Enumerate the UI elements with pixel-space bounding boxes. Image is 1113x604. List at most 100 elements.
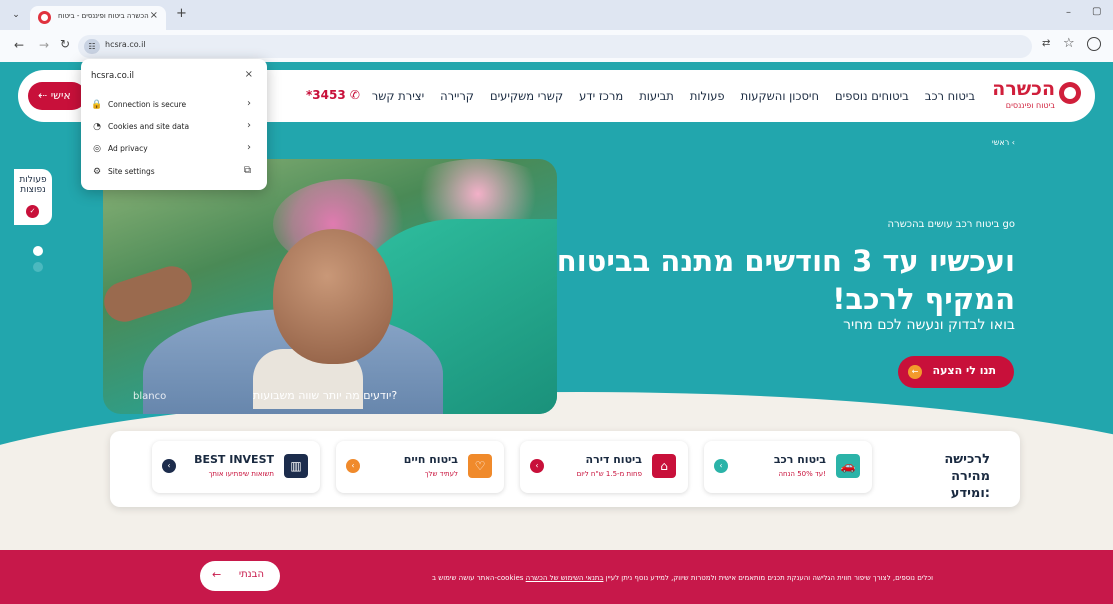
quick-card-life[interactable]: ♡ ביטוח חיים לעתיד שלך ‹ <box>336 441 504 493</box>
personal-arrow-icon: ⇠ <box>38 89 51 102</box>
popup-row-label: Connection is secure <box>108 100 187 109</box>
profile-icon[interactable] <box>1087 37 1101 51</box>
hero-subheadline: בואו לבדוק ונעשה לכם מחיר <box>843 317 1015 333</box>
quick-card-subtitle: פחות מ-1.5 ש"ח ליום <box>576 470 642 478</box>
hero-person-head <box>273 229 393 364</box>
site-info-icon[interactable]: ☷ <box>84 39 100 54</box>
popup-domain: hcsra.co.il <box>91 71 135 81</box>
slider-dot-active[interactable] <box>33 246 43 256</box>
logo-text: הכשרה <box>992 78 1055 100</box>
omnibox[interactable]: ☷ hcsra.co.il <box>78 35 1032 58</box>
personal-area-button[interactable]: ⇠ אישי <box>28 82 86 110</box>
popup-row-label: Site settings <box>108 167 155 176</box>
quick-card-car[interactable]: 🚗 ביטוח רכב עד 50% הנחה! ‹ <box>704 441 872 493</box>
nav-item-contact[interactable]: יצירת קשר <box>372 89 424 103</box>
popup-row-site-settings[interactable]: ⚙ Site settings ⧉ <box>81 162 267 184</box>
terms-link[interactable]: בתנאי השימוש של הכשרה <box>526 574 604 582</box>
quick-card-title: ביטוח חיים <box>403 453 458 466</box>
nav-item-knowledge[interactable]: מרכז ידע <box>579 89 623 103</box>
site-info-popup: hcsra.co.il × 🔒 Connection is secure › ◔… <box>81 59 267 190</box>
bookmark-star-icon[interactable]: ☆ <box>1063 36 1075 51</box>
quick-card-subtitle: תשואות שיפתיעו אותך <box>208 470 274 478</box>
phone-icon: ✆ <box>349 88 360 102</box>
reload-icon[interactable]: ↻ <box>60 37 70 51</box>
hero-person-arm <box>103 261 197 327</box>
url-text[interactable]: hcsra.co.il <box>105 40 146 49</box>
arrow-left-icon: ← <box>908 365 922 379</box>
cookie-text-body: האתר עושה שימוש ב-cookies וכלים נוספים, … <box>432 574 933 582</box>
chevron-down-icon: ✓ <box>26 205 39 218</box>
hero-eyebrow: ביטוח רכב עושים בהכשרה go <box>887 219 1015 230</box>
window-maximize-button[interactable]: ▢ <box>1092 6 1101 17</box>
common-actions-tab[interactable]: פעולות נפוצות ✓ <box>14 169 52 225</box>
phone-number-text: *3453 <box>306 88 346 102</box>
back-arrow-icon[interactable]: ← <box>14 38 24 52</box>
hero-headline: ועכשיו עד 3 חודשים מתנה בביטוח המקיף לרכ… <box>556 244 1015 316</box>
quick-purchase-bar: לרכישה מהירה ומידע: 🚗 ביטוח רכב עד 50% ה… <box>110 431 1020 507</box>
hero-caption: יודעים מה יותר שווה משבועות? <box>253 389 398 402</box>
forward-arrow-icon[interactable]: → <box>39 38 49 52</box>
popup-row-label: Cookies and site data <box>108 122 190 131</box>
translate-icon[interactable]: ⇄ <box>1042 38 1050 49</box>
nav-item-claims[interactable]: תביעות <box>639 89 674 103</box>
nav-item-actions[interactable]: פעולות <box>690 89 725 103</box>
cookie-accept-label: הבנתי <box>238 569 264 580</box>
cookie-banner: האתר עושה שימוש ב-cookies וכלים נוספים, … <box>0 550 1113 604</box>
nav-item-car-insurance[interactable]: ביטוח רכב <box>925 89 975 103</box>
address-bar-row: ← → ↻ ☷ hcsra.co.il ⇄ ☆ <box>0 30 1113 62</box>
window-minimize-button[interactable]: – <box>1066 7 1071 18</box>
chart-icon: ▥ <box>284 454 308 478</box>
cookie-accept-button[interactable]: הבנתי ← <box>200 561 280 591</box>
site-logo[interactable]: הכשרה ביטוח ופיננסים <box>991 78 1081 114</box>
tab-title: הכשרה ביטוח ופיננסים - ביטוח <box>58 12 149 20</box>
personal-area-label: אישי <box>50 89 71 102</box>
chevron-left-icon: ‹ <box>346 459 360 473</box>
site-favicon-icon <box>38 11 51 24</box>
nav-item-investors[interactable]: קשרי משקיעים <box>490 89 563 103</box>
car-icon: 🚗 <box>836 454 860 478</box>
nav-item-career[interactable]: קריירה <box>440 89 474 103</box>
quick-card-subtitle: עד 50% הנחה! <box>778 470 826 478</box>
slider-dot[interactable] <box>33 262 43 272</box>
nav-item-savings[interactable]: חיסכון והשקעות <box>741 89 819 103</box>
quick-card-subtitle: לעתיד שלך <box>424 470 458 478</box>
quick-card-home[interactable]: ⌂ ביטוח דירה פחות מ-1.5 ש"ח ליום ‹ <box>520 441 688 493</box>
chevron-right-icon: › <box>247 142 251 153</box>
common-actions-label: פעולות נפוצות <box>19 175 47 195</box>
house-icon: ⌂ <box>652 454 676 478</box>
quick-card-title: ביטוח דירה <box>585 453 642 466</box>
lock-icon: 🔒 <box>91 100 103 110</box>
browser-tab-bar: ⌄ הכשרה ביטוח ופיננסים - ביטוח × + – ▢ <box>0 0 1113 30</box>
new-tab-button[interactable]: + <box>176 6 187 21</box>
popup-row-connection[interactable]: 🔒 Connection is secure › <box>81 95 267 117</box>
browser-tab[interactable]: הכשרה ביטוח ופיננסים - ביטוח × <box>30 6 166 30</box>
popup-row-label: Ad privacy <box>108 144 148 153</box>
nav-item-more-insurance[interactable]: ביטוחים נוספים <box>835 89 909 103</box>
quick-card-title: BEST INVEST <box>194 453 274 466</box>
popup-row-ad-privacy[interactable]: ◎ Ad privacy › <box>81 139 267 161</box>
get-quote-label: תנו לי הצעה <box>932 364 996 377</box>
main-nav: ביטוח רכב ביטוחים נוספים חיסכון והשקעות … <box>372 89 975 103</box>
chevron-left-icon: ‹ <box>530 459 544 473</box>
cookie-icon: ◔ <box>93 122 101 132</box>
logo-mark-icon <box>1059 82 1081 104</box>
chevron-left-icon: ‹ <box>162 459 176 473</box>
hero-image: blanco יודעים מה יותר שווה משבועות? <box>103 159 557 414</box>
hero-brand-text: blanco <box>133 391 167 402</box>
get-quote-button[interactable]: תנו לי הצעה ← <box>898 356 1014 388</box>
gear-icon: ⚙ <box>92 167 102 177</box>
external-link-icon: ⧉ <box>243 165 251 176</box>
tab-search-icon[interactable]: ⌄ <box>8 7 24 23</box>
quick-card-invest[interactable]: ▥ BEST INVEST תשואות שיפתיעו אותך ‹ <box>152 441 320 493</box>
cookie-text: האתר עושה שימוש ב-cookies וכלים נוספים, … <box>432 574 933 582</box>
tab-close-icon[interactable]: × <box>150 10 158 21</box>
arrow-left-icon: ← <box>212 568 222 581</box>
quick-card-title: ביטוח רכב <box>773 453 826 466</box>
breadcrumb[interactable]: ראשי ‹ <box>992 138 1015 147</box>
popup-close-icon[interactable]: × <box>245 69 253 80</box>
popup-row-cookies[interactable]: ◔ Cookies and site data › <box>81 117 267 139</box>
logo-subtitle: ביטוח ופיננסים <box>1005 101 1055 110</box>
phone-number[interactable]: *3453 ✆ <box>306 88 360 102</box>
quick-purchase-title: לרכישה מהירה ומידע: <box>944 452 990 501</box>
ad-privacy-icon: ◎ <box>93 144 101 154</box>
